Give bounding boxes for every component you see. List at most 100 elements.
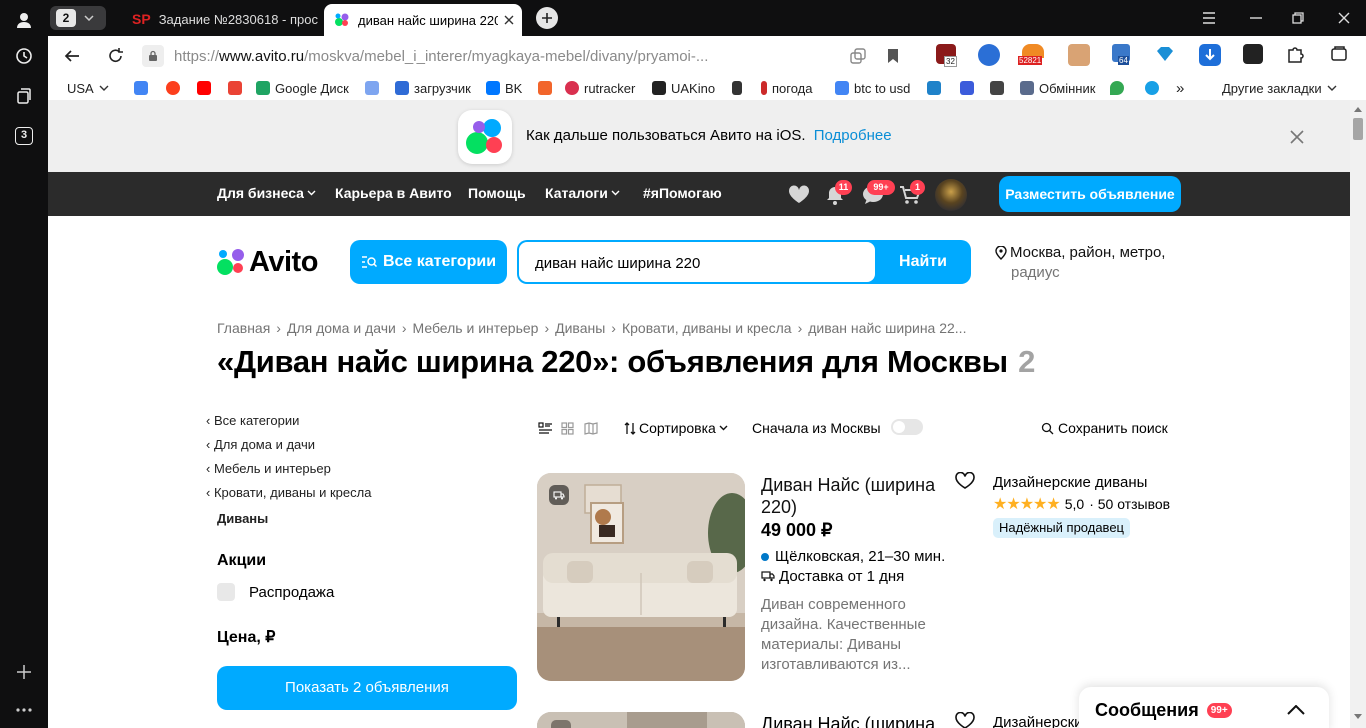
seller-name[interactable]: Дизайнерские: [993, 714, 1091, 728]
nav-business[interactable]: Для бизнеса: [217, 185, 316, 201]
category-link-beds[interactable]: ‹ Кровати, диваны и кресла: [206, 485, 371, 500]
all-categories-button[interactable]: Все категории: [350, 240, 507, 284]
checkbox-box[interactable]: [217, 583, 235, 601]
other-bookmarks[interactable]: Другие закладки: [1222, 79, 1337, 97]
page-scrollbar[interactable]: [1350, 100, 1366, 728]
favorites-heart-icon[interactable]: [788, 185, 810, 204]
listing-photo[interactable]: [537, 712, 745, 728]
bookmark-vk[interactable]: BK: [486, 79, 522, 97]
tab-group[interactable]: 2: [50, 6, 106, 30]
profile-icon[interactable]: [12, 8, 36, 32]
list-view-icon[interactable]: [538, 422, 552, 435]
search-input[interactable]: диван найс ширина 220: [519, 242, 875, 282]
bookmark-downloader[interactable]: загрузчик: [395, 79, 471, 97]
extension-icon[interactable]: 52821: [1018, 44, 1048, 66]
bookmarks-more[interactable]: »: [1176, 79, 1184, 97]
breadcrumb-item[interactable]: Мебель и интерьер: [413, 320, 539, 336]
wallet-icon[interactable]: [1330, 45, 1348, 63]
map-view-icon[interactable]: [584, 422, 598, 435]
minimize-icon[interactable]: [1250, 17, 1262, 19]
breadcrumb-item[interactable]: Диваны: [555, 320, 605, 336]
favorite-heart-icon[interactable]: [955, 712, 975, 728]
nav-catalogs[interactable]: Каталоги: [545, 185, 620, 201]
nav-help[interactable]: Помощь: [468, 185, 526, 201]
extension-icon[interactable]: [1068, 44, 1090, 66]
avatar[interactable]: [935, 179, 967, 211]
scroll-down-icon[interactable]: [1354, 714, 1362, 720]
post-ad-button[interactable]: Разместить объявление: [999, 176, 1181, 212]
sort-dropdown[interactable]: Сортировка: [624, 420, 728, 436]
messages-widget[interactable]: Сообщения 99+: [1079, 687, 1329, 728]
category-link-all[interactable]: ‹ Все категории: [206, 413, 299, 428]
bookmark-google-drive[interactable]: Google Диск: [256, 79, 349, 97]
lock-icon[interactable]: [142, 45, 164, 67]
new-tab-button[interactable]: [536, 7, 558, 29]
bookmark-gmail[interactable]: [228, 79, 242, 97]
bookmark-f[interactable]: [538, 79, 552, 97]
bookmark-uakino[interactable]: UAKino: [652, 79, 715, 97]
seller-name[interactable]: Дизайнерские диваны: [993, 474, 1147, 491]
bookmark-weather[interactable]: погода: [761, 79, 813, 97]
scroll-up-icon[interactable]: [1354, 106, 1362, 112]
bookmark-youtube[interactable]: [197, 79, 211, 97]
breadcrumb-item[interactable]: диван найс ширина 22...: [808, 320, 966, 336]
bookmark-rutracker[interactable]: rutracker: [565, 79, 635, 97]
scrollbar-thumb[interactable]: [1353, 118, 1363, 140]
address-bar[interactable]: https://www.avito.ru/moskva/mebel_i_inte…: [142, 41, 862, 71]
grid-view-icon[interactable]: [561, 422, 574, 435]
collections-icon[interactable]: [12, 84, 36, 108]
listing-photo[interactable]: [537, 473, 745, 681]
download-icon[interactable]: [1199, 44, 1221, 66]
extension-icon[interactable]: [978, 44, 1000, 66]
extension-icon[interactable]: 64: [1112, 44, 1134, 66]
banner-link[interactable]: Подробнее: [814, 127, 892, 144]
bookmark-google[interactable]: [134, 79, 148, 97]
breadcrumb-item[interactable]: Главная: [217, 320, 270, 336]
tab-avito[interactable]: диван найс ширина 220: [324, 4, 522, 36]
close-icon[interactable]: [1290, 130, 1304, 144]
search-button[interactable]: Найти: [875, 240, 971, 284]
reload-icon[interactable]: [108, 47, 124, 64]
bookmark-usa[interactable]: USA: [67, 79, 109, 97]
bookmark-p[interactable]: [927, 79, 941, 97]
bookmark-arrow[interactable]: [960, 79, 974, 97]
bookmark-translate[interactable]: [365, 79, 379, 97]
bookmark-maps[interactable]: [1110, 79, 1124, 97]
listing-title[interactable]: Диван Найс (ширина 220): [761, 474, 935, 518]
reviews-count[interactable]: · 50 отзывов: [1089, 496, 1170, 512]
more-icon[interactable]: [12, 698, 36, 722]
bookmark-star[interactable]: [1145, 79, 1159, 97]
bookmark-btc[interactable]: btc to usd: [835, 79, 910, 97]
back-icon[interactable]: [64, 48, 80, 64]
breadcrumb-item[interactable]: Для дома и дачи: [287, 320, 396, 336]
sale-checkbox[interactable]: Распродажа: [217, 583, 334, 601]
listing-title[interactable]: Диван Найс (ширина: [761, 714, 935, 728]
save-search-button[interactable]: Сохранить поиск: [1041, 420, 1168, 436]
category-link-furniture[interactable]: ‹ Мебель и интерьер: [206, 461, 331, 476]
history-icon[interactable]: [12, 44, 36, 68]
moscow-first-toggle[interactable]: [891, 419, 923, 435]
nav-career[interactable]: Карьера в Авито: [335, 185, 452, 201]
avito-logo[interactable]: Avito: [216, 245, 328, 279]
bookmark-exchanger[interactable]: Обмінник: [1020, 79, 1095, 97]
close-window-icon[interactable]: [1338, 12, 1350, 24]
favorite-heart-icon[interactable]: [955, 472, 975, 489]
tabs-count-icon[interactable]: 3: [12, 124, 36, 148]
add-panel-icon[interactable]: [12, 660, 36, 684]
bookmark-chess[interactable]: [732, 79, 742, 97]
puzzle-icon[interactable]: [1286, 45, 1304, 63]
menu-icon[interactable]: [1202, 12, 1216, 24]
extension-icon[interactable]: [1243, 44, 1263, 64]
tab-task[interactable]: SP Задание №2830618 - прос: [130, 4, 320, 34]
breadcrumb-item[interactable]: Кровати, диваны и кресла: [622, 320, 792, 336]
copy-link-icon[interactable]: [850, 48, 866, 64]
extension-icon[interactable]: 32: [936, 44, 958, 67]
restore-icon[interactable]: [1292, 12, 1304, 24]
bookmark-yandex[interactable]: [166, 79, 180, 97]
category-link-home[interactable]: ‹ Для дома и дачи: [206, 437, 315, 452]
bookmark-bc[interactable]: [990, 79, 1004, 97]
diamond-extension-icon[interactable]: [1156, 46, 1174, 62]
show-results-button[interactable]: Показать 2 объявления: [217, 666, 517, 710]
bookmark-icon[interactable]: [887, 48, 899, 64]
close-tab-icon[interactable]: [504, 15, 514, 25]
